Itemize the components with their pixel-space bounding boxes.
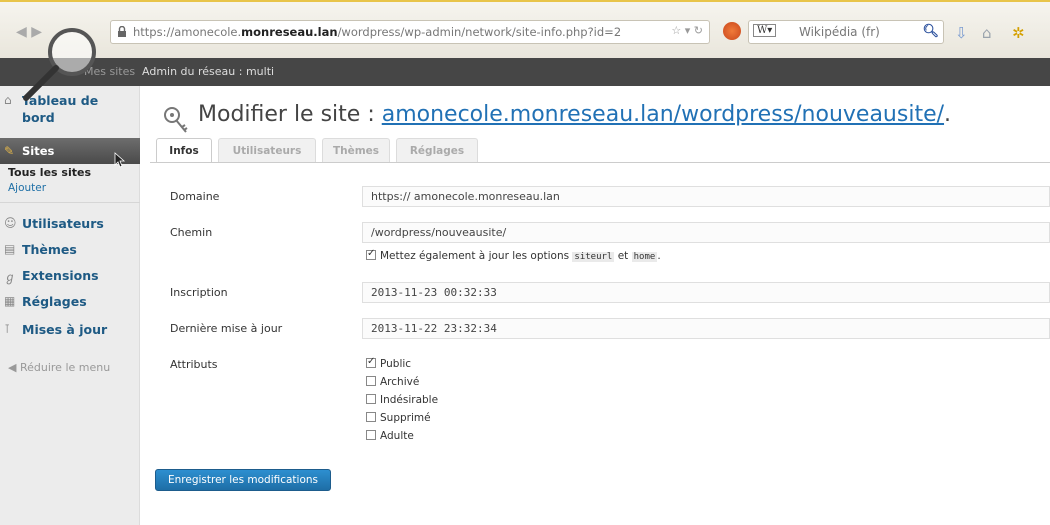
- search-engine-selector[interactable]: W▾: [753, 24, 777, 37]
- attribute-public[interactable]: Public: [366, 356, 412, 370]
- url-path: /wordpress/wp-admin/network/site-info.ph…: [337, 25, 622, 39]
- sidebar-item-users[interactable]: ☺ Utilisateurs: [0, 216, 140, 231]
- download-icon[interactable]: ⇩: [955, 24, 968, 42]
- attribute-deleted[interactable]: Supprimé: [366, 412, 431, 424]
- page-title-suffix: .: [944, 102, 952, 127]
- sidebar-item-extensions[interactable]: ℊ Extensions: [0, 268, 140, 284]
- sidebar-divider: [0, 202, 140, 203]
- sidebar-item-label: Sites: [22, 144, 55, 158]
- registered-label: Inscription: [170, 286, 228, 299]
- collapse-icon: ◀: [8, 361, 17, 374]
- url-bar[interactable]: https://amonecole.monreseau.lan/wordpres…: [110, 20, 710, 44]
- back-forward-icon[interactable]: ◀ ▶: [16, 24, 42, 40]
- updates-icon: ⊺: [4, 322, 11, 336]
- attribute-label: Indésirable: [380, 394, 439, 406]
- code-siteurl: siteurl: [572, 252, 615, 262]
- sidebar-item-label: Tableau de bord: [22, 93, 99, 125]
- my-sites-link[interactable]: Mes sites: [84, 65, 135, 78]
- lock-icon: [118, 26, 126, 37]
- checkbox-box[interactable]: [366, 430, 376, 440]
- update-options-text: Mettez également à jour les options: [380, 250, 570, 262]
- domain-field[interactable]: https:// amonecole.monreseau.lan: [362, 186, 1050, 207]
- attribute-label: Archivé: [380, 376, 420, 388]
- save-button[interactable]: Enregistrer les modifications: [155, 469, 331, 491]
- attributes-label: Attributs: [170, 358, 218, 371]
- dashboard-icon: ⌂: [4, 93, 12, 107]
- update-options-end: .: [657, 250, 661, 262]
- sidebar-sub-add-site[interactable]: Ajouter: [8, 182, 46, 194]
- page-title: Modifier le site : amonecole.monreseau.l…: [198, 102, 951, 127]
- attribute-label: Supprimé: [380, 412, 431, 424]
- sidebar-item-label: Thèmes: [22, 242, 77, 257]
- attribute-label: Adulte: [380, 430, 414, 442]
- attribute-label: Public: [380, 358, 412, 370]
- sidebar-item-label: Utilisateurs: [22, 216, 104, 231]
- checkbox-box[interactable]: [366, 356, 376, 368]
- path-field[interactable]: /wordpress/nouveausite/: [362, 222, 1050, 243]
- sidebar-item-settings[interactable]: ▦ Réglages: [0, 294, 140, 309]
- tab-settings[interactable]: Réglages: [396, 138, 478, 162]
- home-icon[interactable]: ⌂: [982, 24, 992, 42]
- search-placeholder: Wikipédia (fr): [799, 25, 880, 39]
- attribute-archived[interactable]: Archivé: [366, 376, 419, 388]
- themes-icon: ▤: [4, 242, 16, 256]
- mouse-pointer-icon: [114, 152, 126, 168]
- network-admin-link[interactable]: Admin du réseau : multi: [142, 65, 274, 78]
- update-options-and: et: [617, 250, 629, 262]
- collapse-label: Réduire le menu: [19, 361, 111, 374]
- addon-icon[interactable]: ✲: [1012, 24, 1025, 42]
- tab-divider: [150, 162, 1050, 163]
- key-icon: [164, 107, 188, 133]
- checkbox-box[interactable]: [366, 412, 376, 422]
- tab-infos[interactable]: Infos: [156, 138, 212, 162]
- browser-toolbar: ◀ ▶ https://amonecole.monreseau.lan/word…: [0, 0, 1050, 58]
- tab-themes[interactable]: Thèmes: [322, 138, 390, 162]
- sidebar-sub-all-sites[interactable]: Tous les sites: [8, 166, 91, 179]
- code-home: home: [631, 252, 658, 262]
- checkbox-box[interactable]: [366, 376, 376, 386]
- url-controls[interactable]: ☆ ▾ ↻: [671, 24, 703, 37]
- checkbox-box[interactable]: [366, 394, 376, 404]
- users-icon: ☺: [4, 216, 17, 230]
- url-prefix: https://amonecole.: [133, 25, 242, 39]
- last-update-label: Dernière mise à jour: [170, 322, 283, 335]
- checkbox-box[interactable]: [366, 248, 376, 260]
- sidebar-item-label: Extensions: [22, 268, 99, 283]
- sites-icon: ✎: [4, 144, 15, 158]
- last-update-field[interactable]: 2013-11-22 23:32:34: [362, 318, 1050, 339]
- search-icon[interactable]: 🔍︎: [922, 24, 939, 39]
- sidebar-item-dashboard[interactable]: ⌂ Tableau de bord: [0, 92, 120, 126]
- update-options-checkbox[interactable]: Mettez également à jour les options site…: [366, 248, 661, 262]
- attribute-spam[interactable]: Indésirable: [366, 394, 438, 406]
- wp-admin-bar: Mes sites Admin du réseau : multi: [0, 58, 1050, 86]
- collapse-menu-button[interactable]: ◀ Réduire le menu: [8, 361, 110, 374]
- page-title-prefix: Modifier le site :: [198, 102, 382, 127]
- sidebar-item-updates[interactable]: ⊺ Mises à jour: [0, 322, 140, 337]
- domain-label: Domaine: [170, 190, 220, 203]
- registered-field[interactable]: 2013-11-23 00:32:33: [362, 282, 1050, 303]
- adblock-icon[interactable]: [723, 22, 741, 40]
- sidebar-item-label: Réglages: [22, 294, 87, 309]
- sidebar-item-label: Mises à jour: [22, 322, 108, 337]
- search-input[interactable]: W▾ Wikipédia (fr) 🔍︎: [748, 20, 944, 44]
- url-host: monreseau.lan: [241, 25, 338, 39]
- plugins-icon: ℊ: [4, 270, 17, 284]
- path-label: Chemin: [170, 226, 213, 239]
- site-link[interactable]: amonecole.monreseau.lan/wordpress/nouvea…: [382, 102, 944, 127]
- tab-users[interactable]: Utilisateurs: [218, 138, 316, 162]
- sidebar-item-themes[interactable]: ▤ Thèmes: [0, 242, 140, 257]
- attribute-mature[interactable]: Adulte: [366, 430, 414, 442]
- settings-icon: ▦: [4, 294, 16, 308]
